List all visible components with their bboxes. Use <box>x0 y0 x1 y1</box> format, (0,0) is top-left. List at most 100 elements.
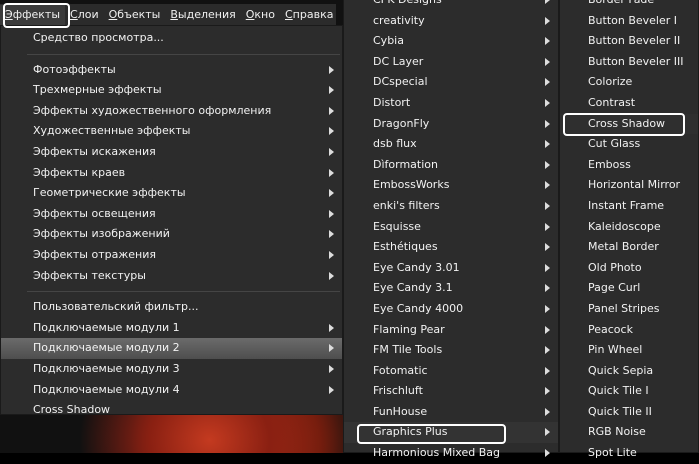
plugins-item-cpk-designs[interactable]: CPK Designs <box>344 0 558 11</box>
plugins-item-graphics-plus[interactable]: Graphics Plus <box>344 422 558 444</box>
plugins-item-esquisse[interactable]: Esquisse <box>344 217 558 238</box>
plugins-item-eye-candy-3-01[interactable]: Eye Candy 3.01 <box>344 258 558 279</box>
effects-item-12[interactable]: Эффекты текстуры <box>1 266 342 287</box>
menu-objects[interactable]: Объекты <box>104 5 166 25</box>
menu-item-label: Instant Frame <box>588 198 665 212</box>
plugins-item-eye-candy-4000[interactable]: Eye Candy 4000 <box>344 299 558 320</box>
graphics-plus-item-pin-wheel[interactable]: Pin Wheel <box>560 340 698 361</box>
menu-window[interactable]: Окно <box>241 5 280 25</box>
graphics-plus-item-page-curl[interactable]: Page Curl <box>560 278 698 299</box>
menu-item-label: Esquisse <box>373 219 421 233</box>
plugins-item-funhouse[interactable]: FunHouse <box>344 402 558 423</box>
submenu-arrow-icon <box>545 119 550 128</box>
plugins-item-fm-tile-tools[interactable]: FM Tile Tools <box>344 340 558 361</box>
effects-item-1[interactable]: Подключаемые модули 1 <box>1 318 342 339</box>
graphics-plus-item-peacock[interactable]: Peacock <box>560 320 698 341</box>
effects-item-cross-shadow[interactable]: Cross Shadow <box>1 400 342 421</box>
menu-help[interactable]: Справка <box>280 5 338 25</box>
effects-item-4[interactable]: Подключаемые модули 4 <box>1 380 342 401</box>
plugins-item-enki-s-filters[interactable]: enki's filters <box>344 196 558 217</box>
menu-item-label: Peacock <box>588 322 633 336</box>
effects-item-11[interactable]: Эффекты отражения <box>1 245 342 266</box>
graphics-plus-item-rgb-noise[interactable]: RGB Noise <box>560 422 698 443</box>
effects-item-8[interactable]: Геометрические эффекты <box>1 183 342 204</box>
plugins-item-harmonious-mixed-bag[interactable]: Harmonious Mixed Bag <box>344 443 558 464</box>
submenu-arrow-icon <box>545 407 550 416</box>
submenu-arrow-icon <box>329 385 334 394</box>
menu-item-label: FunHouse <box>373 404 428 418</box>
graphics-plus-item-border-fade[interactable]: Border Fade <box>560 0 698 11</box>
submenu-arrow-icon <box>545 449 550 458</box>
submenu-arrow-icon <box>329 323 334 332</box>
menu-item-label: Эффекты художественного оформления <box>33 103 272 117</box>
effects-item-4[interactable]: Эффекты художественного оформления <box>1 101 342 122</box>
plugins-item-dsb-flux[interactable]: dsb flux <box>344 134 558 155</box>
graphics-plus-item-cross-shadow[interactable]: Cross Shadow <box>560 113 698 135</box>
submenu-arrow-icon <box>545 346 550 355</box>
graphics-plus-item-quick-sepia[interactable]: Quick Sepia <box>560 361 698 382</box>
effects-item-3[interactable]: Подключаемые модули 3 <box>1 359 342 380</box>
effects-item-9[interactable]: Эффекты освещения <box>1 204 342 225</box>
submenu-arrow-icon <box>545 160 550 169</box>
graphics-plus-item-kaleidoscope[interactable]: Kaleidoscope <box>560 217 698 238</box>
plugins-item-dcspecial[interactable]: DCspecial <box>344 72 558 93</box>
plugins-item-flaming-pear[interactable]: Flaming Pear <box>344 320 558 341</box>
graphics-plus-item-metal-border[interactable]: Metal Border <box>560 237 698 258</box>
menu-item-label: Pin Wheel <box>588 343 643 357</box>
graphics-plus-item-horizontal-mirror[interactable]: Horizontal Mirror <box>560 175 698 196</box>
plugins-item-fotomatic[interactable]: Fotomatic <box>344 361 558 382</box>
menu-item-label: enki's filters <box>373 198 440 212</box>
plugins-item-frischluft[interactable]: Frischluft <box>344 381 558 402</box>
graphics-plus-item-old-photo[interactable]: Old Photo <box>560 258 698 279</box>
effects-item-2[interactable]: Фотоэффекты <box>1 60 342 81</box>
graphics-plus-submenu: Border Fade Button Beveler I Button Bevele… <box>559 0 699 459</box>
plugins-item-esth-tiques[interactable]: Esthétiques <box>344 237 558 258</box>
graphics-plus-item-instant-frame[interactable]: Instant Frame <box>560 196 698 217</box>
graphics-plus-item-cut-glass[interactable]: Cut Glass <box>560 134 698 155</box>
menu-item-label: DragonFly <box>373 116 430 130</box>
submenu-arrow-icon <box>545 0 550 4</box>
menu-selections[interactable]: Выделения <box>165 5 240 25</box>
graphics-plus-item-quick-tile-ii[interactable]: Quick Tile II <box>560 402 698 423</box>
effects-item-0[interactable]: Средство просмотра... <box>1 28 342 49</box>
effects-item-10[interactable]: Эффекты изображений <box>1 224 342 245</box>
graphics-plus-item-panel-stripes[interactable]: Panel Stripes <box>560 299 698 320</box>
effects-item-3[interactable]: Трехмерные эффекты <box>1 80 342 101</box>
effects-item-2[interactable]: Подключаемые модули 2 <box>1 338 342 359</box>
graphics-plus-item-button-beveler-ii[interactable]: Button Beveler II <box>560 31 698 52</box>
submenu-arrow-icon <box>545 428 550 437</box>
effects-item-14[interactable]: Пользовательский фильтр... <box>1 297 342 318</box>
submenu-arrow-icon <box>329 168 334 177</box>
menu-item-label: Эффекты изображений <box>33 227 170 241</box>
menu-item-label: Emboss <box>588 157 631 171</box>
graphics-plus-item-quick-tile-i[interactable]: Quick Tile I <box>560 381 698 402</box>
plugins-item-embossworks[interactable]: EmbossWorks <box>344 175 558 196</box>
submenu-arrow-icon <box>545 387 550 396</box>
plugins-item-dragonfly[interactable]: DragonFly <box>344 114 558 135</box>
menu-layers[interactable]: Слои <box>65 5 104 25</box>
plugins-item-creativity[interactable]: creativity <box>344 11 558 32</box>
submenu-arrow-icon <box>329 65 334 74</box>
plugins-item-distort[interactable]: Distort <box>344 93 558 114</box>
submenu-arrow-icon <box>545 16 550 25</box>
menu-effects[interactable]: Эффекты <box>0 5 66 25</box>
graphics-plus-item-button-beveler-iii[interactable]: Button Beveler III <box>560 52 698 73</box>
graphics-plus-item-spot-lite[interactable]: Spot Lite <box>560 443 698 464</box>
submenu-arrow-icon <box>545 201 550 210</box>
effects-item-5[interactable]: Художественные эффекты <box>1 121 342 142</box>
effects-item-6[interactable]: Эффекты искажения <box>1 142 342 163</box>
submenu-arrow-icon <box>329 86 334 95</box>
submenu-arrow-icon <box>329 250 334 259</box>
graphics-plus-item-button-beveler-i[interactable]: Button Beveler I <box>560 11 698 32</box>
graphics-plus-item-emboss[interactable]: Emboss <box>560 155 698 176</box>
submenu-arrow-icon <box>329 127 334 136</box>
plugins-item-eye-candy-3-1[interactable]: Eye Candy 3.1 <box>344 278 558 299</box>
graphics-plus-item-colorize[interactable]: Colorize <box>560 72 698 93</box>
graphics-plus-item-contrast[interactable]: Contrast <box>560 93 698 114</box>
plugins-item-dc-layer[interactable]: DC Layer <box>344 52 558 73</box>
plugins-item-d-formation[interactable]: Dìformation <box>344 155 558 176</box>
menu-item-label: Contrast <box>588 95 636 109</box>
plugins-item-cybia[interactable]: Cybia <box>344 31 558 52</box>
effects-item-7[interactable]: Эффекты краев <box>1 163 342 184</box>
menu-item-label: Kaleidoscope <box>588 219 661 233</box>
